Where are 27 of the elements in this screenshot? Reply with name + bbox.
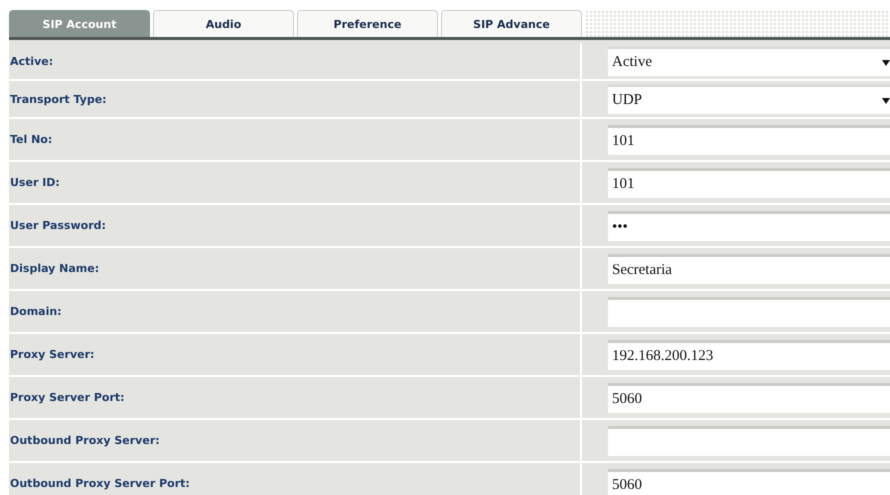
input-field[interactable]	[608, 426, 890, 456]
tab[interactable]: Preference	[297, 10, 438, 37]
caret-icon	[882, 98, 890, 104]
tab[interactable]: SIP Advance	[441, 10, 582, 37]
input-field[interactable]: •••	[608, 211, 890, 241]
field-label: User ID:	[10, 176, 60, 189]
field-label: Active:	[10, 54, 54, 68]
input-field[interactable]: 101	[608, 168, 890, 198]
dropdown[interactable]: Active	[608, 47, 890, 76]
input-field[interactable]: 5060	[608, 469, 890, 495]
input-field[interactable]: 5060	[608, 383, 890, 413]
input-field[interactable]: 192.168.200.123	[608, 340, 890, 370]
input-field[interactable]: Secretaria	[608, 254, 890, 284]
field-label: Display Name:	[10, 262, 100, 275]
field-label: Tel No:	[10, 133, 52, 146]
field-label: Proxy Server:	[10, 348, 94, 361]
field-label: Transport Type:	[10, 92, 107, 106]
field-label: Outbound Proxy Server:	[10, 434, 160, 447]
input-field[interactable]: 101	[608, 125, 890, 155]
dropdown[interactable]: UDP	[608, 85, 890, 114]
field-label: Proxy Server Port:	[10, 391, 125, 404]
field-label: User Password:	[10, 219, 106, 232]
tab[interactable]: Audio	[153, 10, 294, 37]
field-label: Domain:	[10, 305, 62, 318]
input-field[interactable]	[608, 297, 890, 327]
caret-icon	[882, 60, 890, 66]
field-label: Outbound Proxy Server Port:	[10, 477, 190, 490]
